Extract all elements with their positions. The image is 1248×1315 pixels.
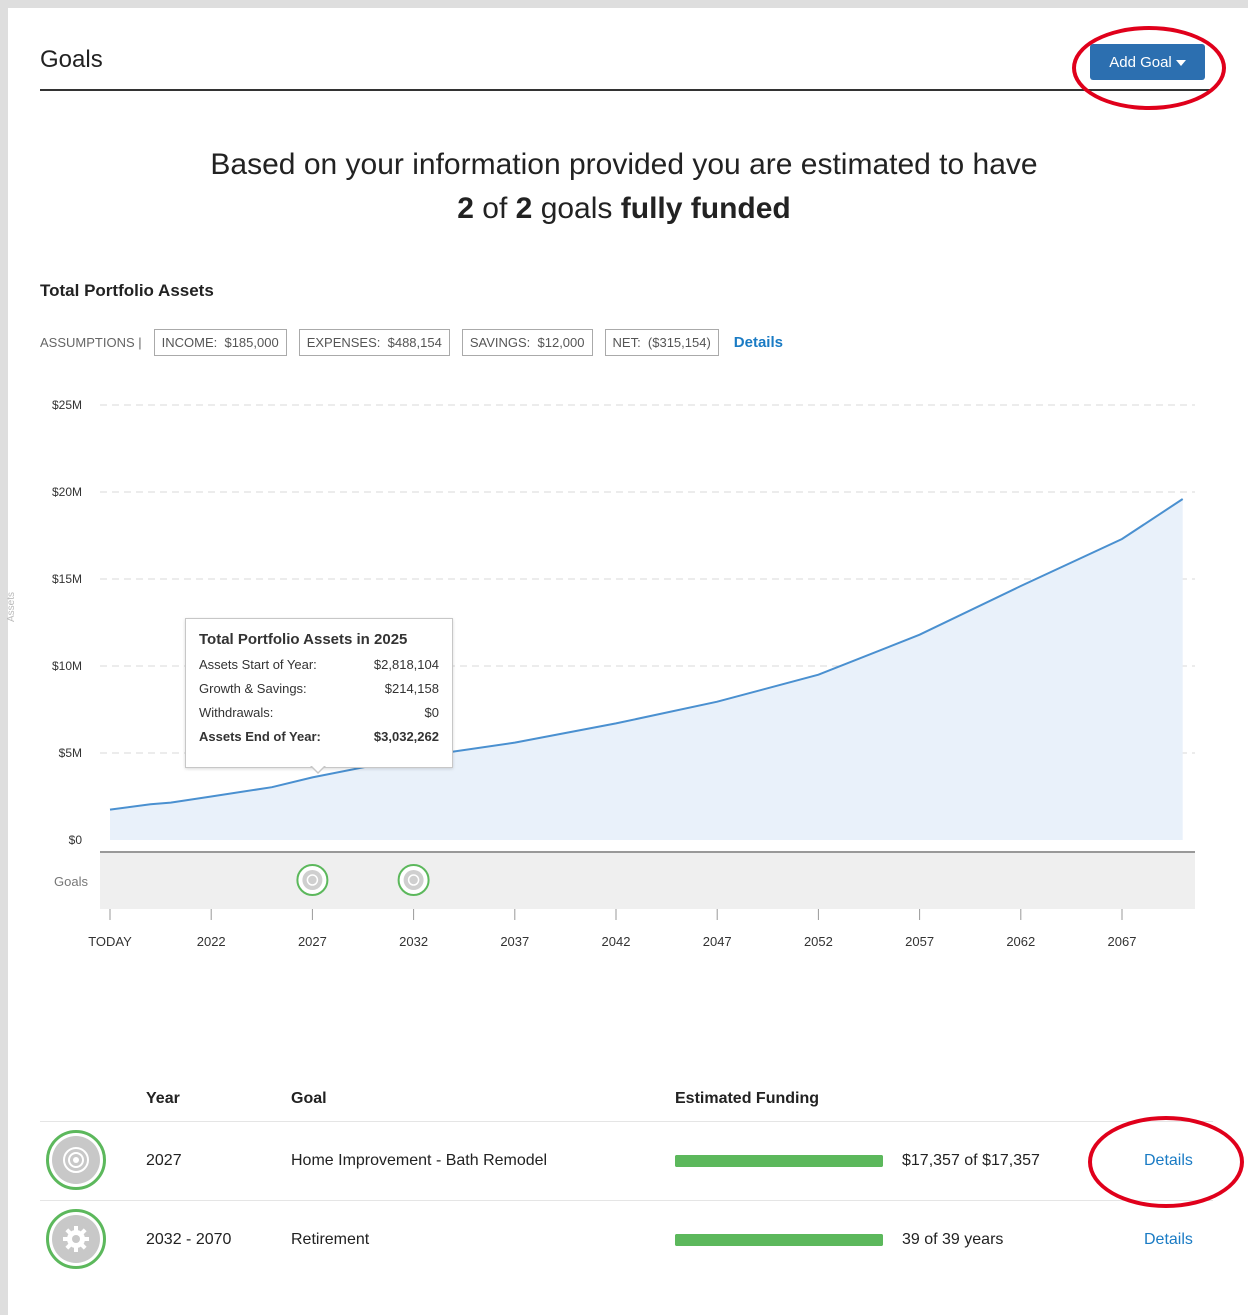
x-tick-label: 2047: [703, 934, 732, 949]
funding-bar: [675, 1234, 883, 1246]
gear-icon[interactable]: [46, 1209, 106, 1269]
y-tick-label: $5M: [59, 746, 82, 760]
savings-assumption: SAVINGS: $12,000: [461, 328, 593, 356]
funding-text: $17,357 of $17,357: [902, 1152, 1040, 1169]
goal-marker-inner: [302, 870, 323, 890]
add-goal-label: Add Goal: [1109, 53, 1172, 71]
page-title: Goals: [40, 46, 103, 73]
assumptions-label: ASSUMPTIONS |: [40, 334, 142, 350]
tooltip-row: Assets Start of Year: $2,818,104: [199, 657, 439, 681]
net-assumption: NET: ($315,154): [604, 328, 719, 356]
funding-bar: [675, 1155, 883, 1167]
tooltip-label: Withdrawals:: [199, 705, 274, 720]
table-row: 2032 - 2070 Retirement 39 of 39 years De…: [40, 1200, 1213, 1281]
tooltip-label: Assets End of Year:: [199, 729, 321, 744]
x-tick-label: 2052: [804, 934, 833, 949]
tooltip-row: Assets End of Year: $3,032,262: [199, 729, 439, 753]
of-word: of: [482, 192, 508, 225]
x-tick-label: 2057: [905, 934, 934, 949]
y-tick-label: $25M: [52, 398, 82, 412]
goal-header: Goal: [291, 1090, 327, 1107]
funding-header: Estimated Funding: [675, 1090, 819, 1107]
goal-year: 2027: [146, 1152, 182, 1169]
tooltip-pointer-fill: [311, 765, 325, 772]
tooltip-row: Withdrawals: $0: [199, 705, 439, 729]
tooltip-label: Growth & Savings:: [199, 681, 307, 696]
goal-details-link[interactable]: Details: [1144, 1152, 1193, 1170]
chart-title: Total Portfolio Assets: [40, 281, 214, 300]
funded-count: 2: [457, 192, 474, 225]
assumptions-bar: ASSUMPTIONS | INCOME: $185,000 EXPENSES:…: [40, 327, 783, 357]
x-tick-label: 2022: [197, 934, 226, 949]
funding-text: 39 of 39 years: [902, 1231, 1004, 1248]
funding-summary: Based on your information provided you a…: [0, 143, 1248, 231]
y-tick-label: $15M: [52, 572, 82, 586]
year-header: Year: [146, 1090, 180, 1107]
x-tick-label: 2037: [500, 934, 529, 949]
goals-band: [100, 852, 1195, 909]
funding-bar-fill: [675, 1234, 883, 1246]
tooltip-value: $2,818,104: [373, 657, 439, 672]
goals-row-label: Goals: [54, 874, 88, 889]
y-axis-label: Assets: [6, 592, 17, 622]
x-tick-label: 2062: [1006, 934, 1035, 949]
tooltip-value: $0: [424, 705, 439, 720]
y-tick-label: $20M: [52, 485, 82, 499]
goal-name: Home Improvement - Bath Remodel: [291, 1152, 548, 1169]
tooltip-value: $3,032,262: [373, 729, 439, 744]
y-tick-label: $0: [69, 833, 83, 847]
summary-line-1: Based on your information provided you a…: [210, 148, 1038, 181]
tooltip-row: Growth & Savings: $214,158: [199, 681, 439, 705]
goal-year: 2032 - 2070: [146, 1231, 232, 1248]
tooltip-label: Assets Start of Year:: [199, 657, 317, 672]
chart-tooltip: Total Portfolio Assets in 2025 Assets St…: [185, 618, 453, 768]
goal-details-link[interactable]: Details: [1144, 1231, 1193, 1249]
summary-line-2: 2 of 2 goals fully funded: [0, 187, 1248, 231]
income-assumption: INCOME: $185,000: [153, 328, 287, 356]
x-tick-label: 2032: [399, 934, 428, 949]
goal-name: Retirement: [291, 1231, 370, 1248]
tooltip-value: $214,158: [384, 681, 439, 696]
funded-status: fully funded: [620, 192, 791, 225]
x-tick-label: TODAY: [88, 934, 132, 949]
y-tick-label: $10M: [52, 659, 82, 673]
expenses-assumption: EXPENSES: $488,154: [298, 328, 450, 356]
x-tick-label: 2027: [298, 934, 327, 949]
total-count: 2: [515, 192, 533, 225]
x-tick-label: 2067: [1108, 934, 1137, 949]
target-icon[interactable]: [46, 1130, 106, 1190]
x-tick-label: 2042: [602, 934, 631, 949]
assumptions-details-link[interactable]: Details: [734, 334, 783, 351]
tooltip-title: Total Portfolio Assets in 2025: [199, 631, 408, 648]
table-row: 2027 Home Improvement - Bath Remodel $17…: [40, 1121, 1213, 1202]
header-divider: [40, 89, 1213, 91]
add-goal-button[interactable]: Add Goal: [1090, 44, 1205, 80]
goals-word: goals: [540, 192, 613, 225]
funding-bar-fill: [675, 1155, 883, 1167]
caret-down-icon: [1175, 60, 1186, 66]
goal-marker-inner: [403, 870, 424, 890]
